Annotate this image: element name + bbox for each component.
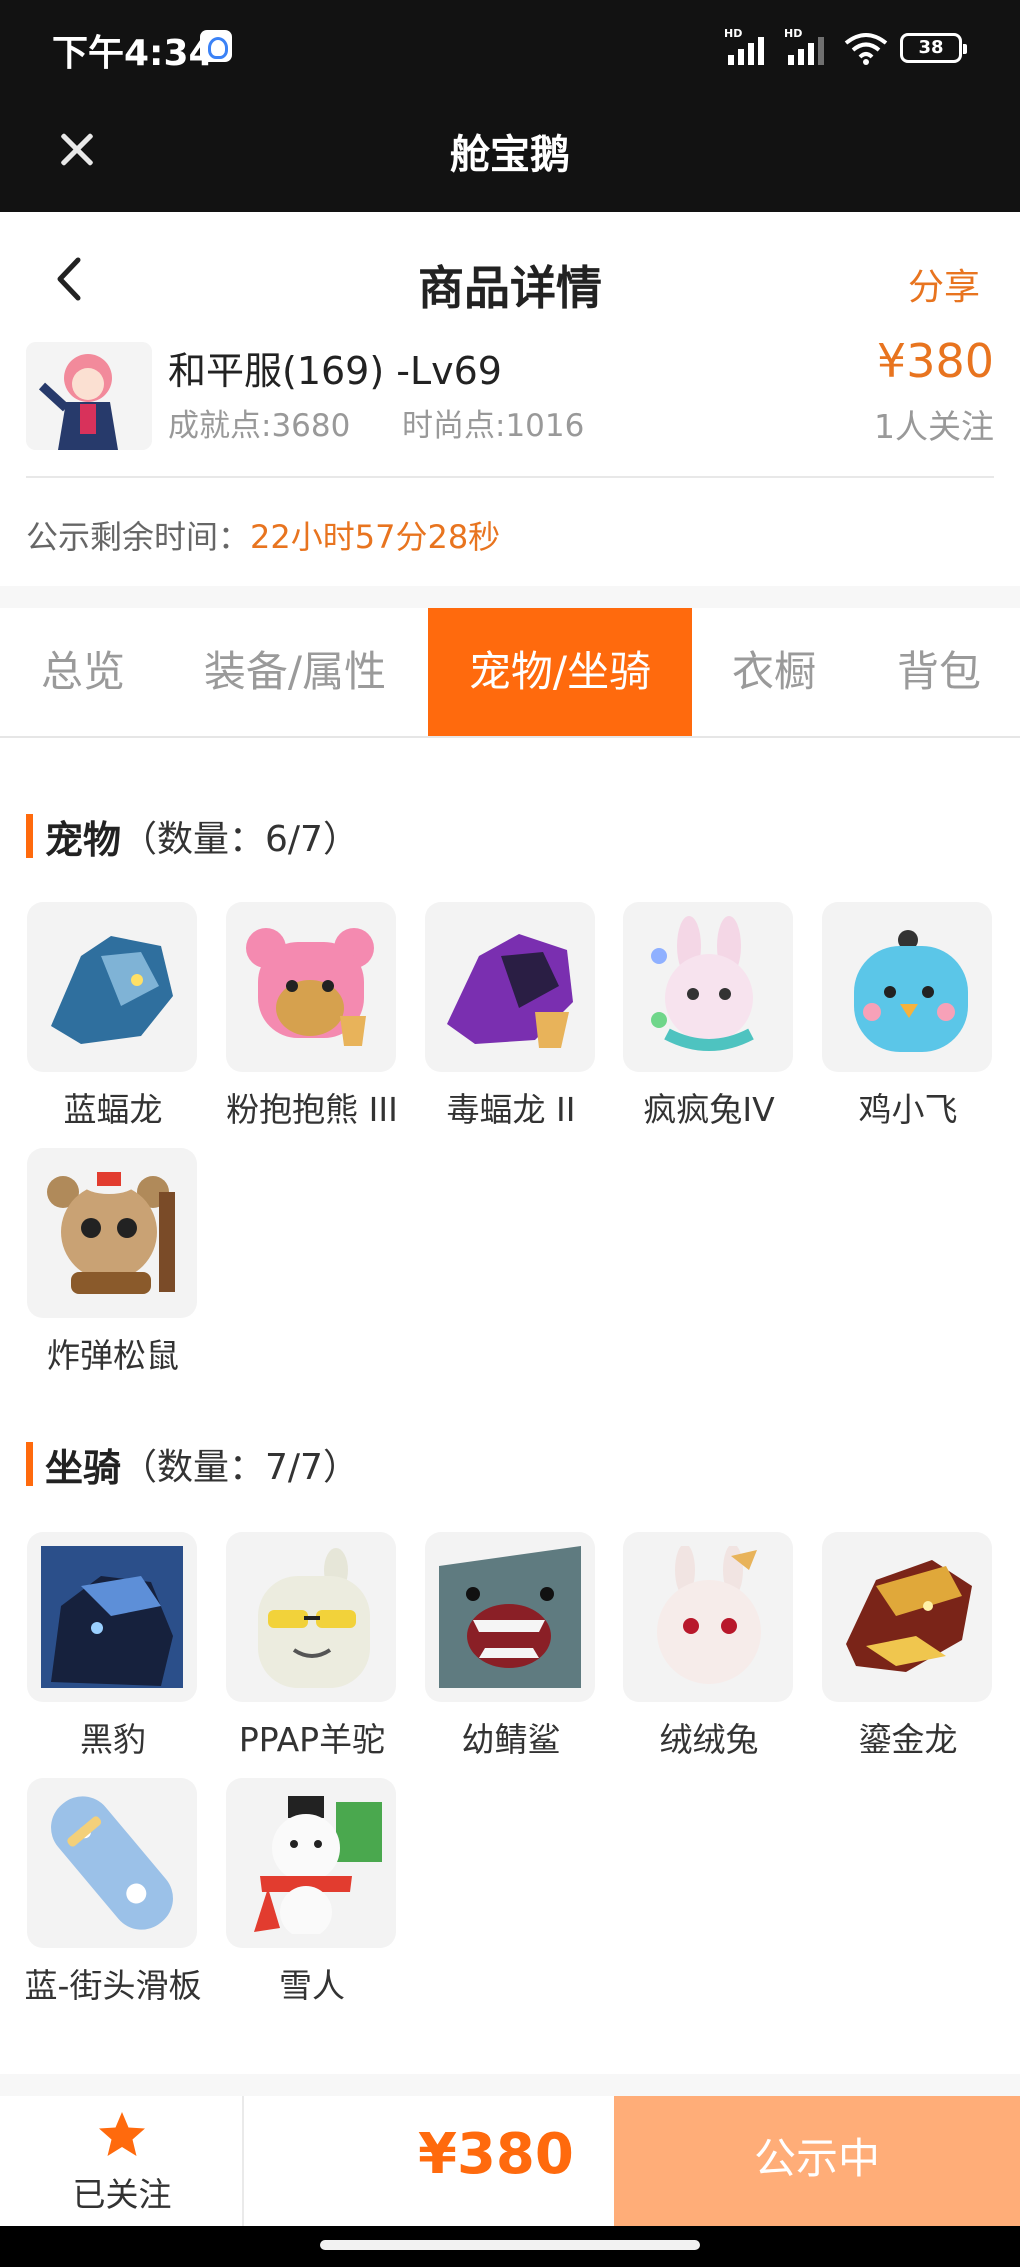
pet-name: 蓝蝠龙 bbox=[63, 1090, 163, 1129]
signal-1-icon: HD bbox=[724, 27, 772, 65]
pet-name: 鸡小飞 bbox=[858, 1090, 958, 1129]
mount-card[interactable]: 鎏金龙 bbox=[822, 1532, 994, 1764]
poison-bat-dragon-icon bbox=[425, 902, 595, 1072]
page-title: 商品详情 bbox=[418, 261, 602, 315]
tab-wardrobe[interactable]: 衣橱 bbox=[714, 608, 834, 736]
wifi-icon bbox=[844, 33, 888, 65]
pet-card[interactable]: 疯疯兔IV bbox=[623, 902, 795, 1134]
tab-pets-mounts[interactable]: 宠物/坐骑 bbox=[428, 608, 692, 736]
pet-card[interactable]: 鸡小飞 bbox=[822, 902, 994, 1134]
pet-name: 疯疯兔IV bbox=[643, 1090, 775, 1129]
chick-icon bbox=[822, 902, 992, 1072]
black-panther-icon bbox=[27, 1532, 197, 1702]
pet-name: 粉抱抱熊 III bbox=[226, 1090, 398, 1129]
pets-title: 宠物 bbox=[45, 817, 122, 862]
section-accent-bar bbox=[26, 814, 33, 858]
pet-name: 炸弹松鼠 bbox=[47, 1336, 179, 1375]
fashion-points: 时尚点:1016 bbox=[402, 408, 585, 444]
mount-card[interactable]: 黑豹 bbox=[27, 1532, 199, 1764]
mount-card[interactable]: 绒绒兔 bbox=[623, 1532, 795, 1764]
tab-overview[interactable]: 总览 bbox=[0, 608, 166, 736]
bottom-price: ¥380 bbox=[418, 2122, 574, 2187]
pet-name: 毒蝠龙 II bbox=[446, 1090, 576, 1129]
app-notification-icon bbox=[200, 30, 232, 62]
mount-name: 黑豹 bbox=[80, 1720, 146, 1759]
status-icons: HD HD 38 bbox=[724, 27, 967, 66]
product-price: ¥380 bbox=[876, 334, 994, 388]
tab-bar: 总览 装备/属性 宠物/坐骑 衣橱 背包 bbox=[0, 608, 1020, 738]
mount-name: 雪人 bbox=[279, 1966, 345, 2005]
section-accent-bar bbox=[26, 1442, 33, 1486]
pet-card[interactable]: 炸弹松鼠 bbox=[27, 1148, 199, 1380]
crazy-rabbit-icon bbox=[623, 902, 793, 1072]
achievement-points: 成就点:3680 bbox=[168, 408, 351, 444]
pet-card[interactable]: 粉抱抱熊 III bbox=[226, 902, 398, 1134]
mount-card[interactable]: 幼鲭鲨 bbox=[425, 1532, 597, 1764]
skateboard-icon bbox=[27, 1778, 197, 1948]
countdown-label: 公示剩余时间： bbox=[26, 518, 251, 556]
star-icon bbox=[99, 2112, 145, 2156]
mount-name: PPAP羊驼 bbox=[238, 1720, 386, 1759]
system-nav-bar bbox=[0, 2226, 1020, 2267]
follow-label: 已关注 bbox=[72, 2175, 172, 2214]
mount-card[interactable]: PPAP羊驼 bbox=[226, 1532, 398, 1764]
public-status-button[interactable]: 公示中 bbox=[614, 2096, 1020, 2226]
countdown: 公示剩余时间：22小时57分28秒 bbox=[26, 512, 500, 558]
mount-name: 鎏金龙 bbox=[858, 1720, 958, 1759]
countdown-value: 22小时57分28秒 bbox=[250, 518, 501, 556]
mounts-section-title: 坐骑 （数量：7/7） bbox=[26, 1440, 359, 1490]
bottom-action-bar: 已关注 ¥380 公示中 bbox=[0, 2096, 1020, 2226]
section-gap bbox=[0, 2074, 1020, 2096]
product-info: 和平服(169) -Lv69 成就点:3680 时尚点:1016 ¥380 1人… bbox=[0, 334, 1020, 478]
pink-bear-icon bbox=[226, 902, 396, 1072]
app-bar: 舱宝鹅 bbox=[0, 92, 1020, 212]
mount-name: 幼鲭鲨 bbox=[461, 1720, 561, 1759]
character-avatar[interactable] bbox=[26, 342, 152, 450]
status-time: 下午4:34 bbox=[52, 33, 214, 74]
follow-button[interactable]: 已关注 bbox=[0, 2096, 244, 2226]
bomb-squirrel-icon bbox=[27, 1148, 197, 1318]
follower-count: 1人关注 bbox=[874, 407, 994, 446]
blue-bat-dragon-icon bbox=[27, 902, 197, 1072]
battery-icon: 38 bbox=[900, 33, 967, 63]
snowman-icon bbox=[226, 1778, 396, 1948]
pet-card[interactable]: 毒蝠龙 II bbox=[425, 902, 597, 1134]
fluffy-rabbit-icon bbox=[623, 1532, 793, 1702]
mount-name: 绒绒兔 bbox=[659, 1720, 759, 1759]
home-indicator[interactable] bbox=[320, 2240, 700, 2250]
mount-card[interactable]: 雪人 bbox=[226, 1778, 398, 2010]
baby-shark-icon bbox=[425, 1532, 595, 1702]
tab-equipment[interactable]: 装备/属性 bbox=[186, 608, 404, 736]
divider bbox=[26, 476, 994, 478]
mount-card[interactable]: 蓝-街头滑板 bbox=[25, 1778, 201, 2010]
signal-2-icon: HD bbox=[784, 27, 832, 65]
alpaca-icon bbox=[226, 1532, 396, 1702]
mount-name: 蓝-街头滑板 bbox=[24, 1966, 202, 2005]
pets-count: （数量：6/7） bbox=[121, 819, 359, 860]
mounts-title: 坐骑 bbox=[45, 1445, 122, 1490]
pet-card[interactable]: 蓝蝠龙 bbox=[27, 902, 199, 1134]
product-name: 和平服(169) -Lv69 bbox=[168, 349, 502, 393]
app-title: 舱宝鹅 bbox=[450, 132, 570, 178]
tab-backpack[interactable]: 背包 bbox=[874, 608, 1004, 736]
mounts-count: （数量：7/7） bbox=[121, 1447, 359, 1488]
share-button[interactable]: 分享 bbox=[908, 258, 980, 310]
pets-section-title: 宠物 （数量：6/7） bbox=[26, 812, 359, 862]
status-bar: 下午4:34 HD HD 38 bbox=[0, 0, 1020, 92]
section-gap bbox=[0, 586, 1020, 608]
page-header: 商品详情 分享 bbox=[0, 212, 1020, 340]
golden-dragon-icon bbox=[822, 1532, 992, 1702]
